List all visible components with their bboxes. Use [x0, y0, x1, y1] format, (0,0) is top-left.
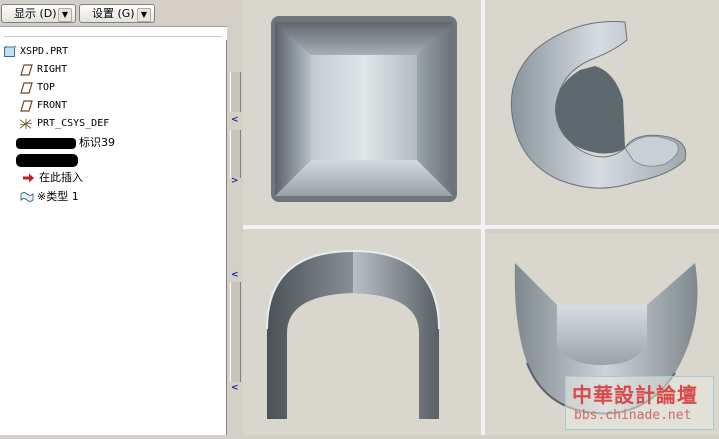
watermark-title: 中華設計論壇: [572, 383, 698, 407]
viewport-top-left[interactable]: [243, 0, 481, 225]
settings-menu-button[interactable]: 设置 (G) ▼: [79, 4, 155, 23]
viewport-bottom-left[interactable]: [243, 229, 481, 435]
tree-item-label: PRT_CSYS_DEF: [37, 118, 110, 129]
forum-watermark: 中華設計論壇 bbs.chinade.net: [565, 376, 714, 430]
tree-item-label: 在此插入: [39, 171, 83, 184]
tree-header-line: [4, 30, 222, 37]
tree-item-type-1[interactable]: ※类型 1: [20, 189, 79, 205]
swept-surface-model: [510, 21, 687, 189]
display-menu-label: 显示 (D): [14, 7, 57, 20]
tree-header-strip: [0, 26, 227, 41]
collapse-left-icon[interactable]: <: [231, 271, 239, 280]
tree-item-insert-here[interactable]: 在此插入: [22, 170, 83, 186]
tree-root-node[interactable]: XSPD.PRT: [3, 44, 68, 60]
redacted-row: [16, 154, 78, 167]
viewport-divider-horizontal: [243, 225, 719, 229]
tree-item-csys[interactable]: PRT_CSYS_DEF: [18, 116, 109, 132]
tree-item-label: ※类型 1: [37, 190, 79, 203]
datum-plane-icon: [20, 82, 33, 94]
model-tree[interactable]: XSPD.PRT RIGHT TOP FRONT PRT_CSYS_DEF 标识…: [0, 40, 227, 435]
expand-right-icon[interactable]: >: [231, 177, 239, 186]
datum-plane-icon: [20, 64, 33, 76]
splitter-strip: [230, 130, 241, 178]
tree-item-feature-39[interactable]: 标识39: [16, 135, 115, 151]
viewport-top-right[interactable]: [485, 0, 719, 225]
square-tray-model: [271, 16, 457, 202]
coordinate-system-icon: [19, 118, 33, 130]
datum-plane-icon: [20, 100, 33, 112]
model-tree-toolbar: 显示 (D) ▼ 设置 (G) ▼: [0, 0, 227, 26]
chevron-down-icon: ▼: [137, 8, 151, 22]
tree-item-label: RIGHT: [37, 64, 68, 75]
panel-splitter[interactable]: < > < <: [227, 0, 243, 435]
chevron-down-icon: ▼: [58, 8, 72, 22]
tree-root-label: XSPD.PRT: [20, 46, 69, 57]
display-menu-button[interactable]: 显示 (D) ▼: [1, 4, 76, 23]
settings-menu-label: 设置 (G): [92, 7, 135, 20]
tree-item-right[interactable]: RIGHT: [20, 62, 67, 78]
insert-here-arrow-icon: [23, 173, 34, 183]
tree-item-top[interactable]: TOP: [20, 80, 55, 96]
tree-item-front[interactable]: FRONT: [20, 98, 67, 114]
watermark-url: bbs.chinade.net: [574, 408, 692, 423]
tree-item-label: 标识39: [79, 136, 115, 149]
tree-item-label: TOP: [37, 82, 56, 93]
part-icon: [4, 46, 17, 57]
u-channel-model: [266, 249, 440, 419]
surface-feature-icon: [20, 192, 34, 202]
collapse-left-icon[interactable]: <: [231, 384, 239, 393]
viewport-divider-vertical: [481, 0, 485, 435]
tree-item-label: FRONT: [37, 100, 68, 111]
collapse-left-icon[interactable]: <: [231, 116, 239, 125]
splitter-strip: [230, 72, 241, 112]
splitter-strip: [230, 282, 241, 382]
redacted-icon-block: [16, 137, 76, 149]
